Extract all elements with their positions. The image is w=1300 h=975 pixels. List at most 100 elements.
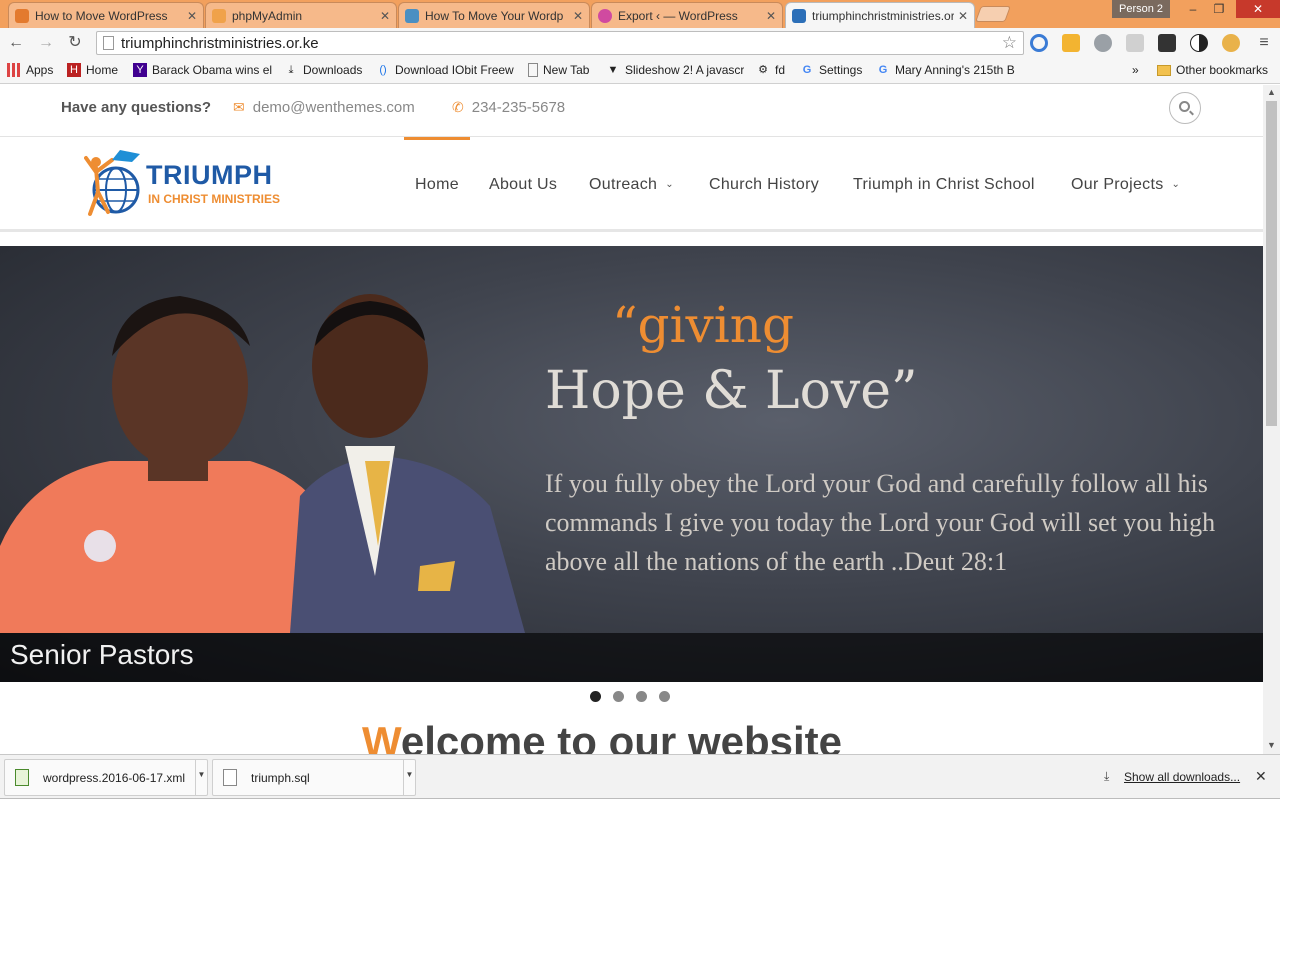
download-icon: ⤓: [288, 64, 294, 76]
bookmark-label: Home: [86, 63, 119, 77]
folder-icon: [1157, 64, 1171, 76]
logo-subtitle: IN CHRIST MINISTRIES: [148, 192, 281, 206]
nav-label: Triumph in Christ School: [853, 175, 1035, 193]
hero-verse: If you fully obey the Lord your God and …: [545, 469, 1216, 576]
bookmark-label: Apps: [26, 63, 54, 77]
extension-cube-icon[interactable]: [1126, 34, 1144, 52]
download-filename: triumph.sql: [251, 770, 310, 785]
tab-title: triumphinchristministries.or: [812, 8, 954, 23]
other-bookmarks[interactable]: Other bookmarks: [1157, 62, 1275, 78]
bookmark-apps[interactable]: Apps: [7, 62, 67, 78]
slider-pagination: [590, 691, 670, 702]
email-text: demo@wenthemes.com: [252, 99, 415, 116]
globe-figure-icon: [84, 150, 140, 216]
bookmark-label: Downloads: [303, 63, 363, 77]
address-bar[interactable]: triumphinchristministries.or.ke ☆: [96, 31, 1024, 55]
scroll-up-icon[interactable]: ▲: [1263, 85, 1280, 99]
hero-slider[interactable]: “giving Hope & Love” If you fully obey t…: [0, 246, 1263, 682]
nav-church-history[interactable]: Church History: [709, 137, 819, 232]
download-filename: wordpress.2016-06-17.xml: [43, 770, 186, 785]
browser-tab[interactable]: Export ‹ — WordPress ✕: [591, 2, 783, 28]
nav-outreach[interactable]: Outreach ⌄: [589, 137, 674, 232]
chevron-down-icon: ⌄: [665, 179, 674, 190]
tab-close-icon[interactable]: ✕: [380, 9, 390, 23]
bookmark-home[interactable]: H Home: [67, 62, 129, 78]
site-search-button[interactable]: [1169, 92, 1201, 124]
bookmark-new-tab[interactable]: New Tab: [528, 62, 598, 78]
tab-close-icon[interactable]: ✕: [766, 9, 776, 23]
iobit-icon: (): [379, 64, 387, 76]
bookmark-iobit[interactable]: () Download IObit Freew: [376, 62, 516, 78]
scroll-down-icon[interactable]: ▼: [1263, 738, 1280, 752]
tab-title: phpMyAdmin: [232, 8, 303, 23]
bookmark-downloads[interactable]: ⤓ Downloads: [284, 62, 368, 78]
extension-shield-icon[interactable]: [1062, 34, 1080, 52]
extension-owl-icon[interactable]: [1222, 34, 1240, 52]
chevron-down-icon[interactable]: ▼: [403, 760, 415, 795]
bookmark-mary-anning[interactable]: G Mary Anning's 215th B: [876, 62, 1016, 78]
nav-our-projects[interactable]: Our Projects ⌄: [1071, 137, 1180, 232]
tab-close-icon[interactable]: ✕: [187, 9, 197, 23]
google-icon: G: [802, 64, 812, 76]
show-all-downloads-link[interactable]: Show all downloads...: [1124, 770, 1240, 784]
bookmark-settings[interactable]: G Settings: [800, 62, 870, 78]
extension-contrast-icon[interactable]: [1190, 34, 1208, 52]
bookmark-label: Settings: [819, 63, 863, 77]
slider-dot[interactable]: [613, 691, 624, 702]
contact-phone[interactable]: ✆ 234-235-5678: [452, 99, 565, 116]
download-item[interactable]: wordpress.2016-06-17.xml ▼: [4, 759, 208, 796]
search-icon-handle: [1189, 110, 1194, 116]
bookmark-slideshow[interactable]: ▼ Slideshow 2! A javascr: [606, 62, 744, 78]
file-icon: [223, 769, 237, 786]
forward-arrow-icon[interactable]: →: [36, 33, 56, 53]
extension-sync-icon[interactable]: [1030, 34, 1048, 52]
browser-tab[interactable]: How to Move WordPress ✕: [8, 2, 204, 28]
nav-home[interactable]: Home: [404, 137, 470, 232]
scroll-thumb[interactable]: [1266, 101, 1277, 426]
hero-caption-bar: Senior Pastors: [0, 633, 1263, 682]
bookmark-star-icon[interactable]: ☆: [1002, 33, 1017, 53]
extension-pocket-icon[interactable]: [1158, 34, 1176, 52]
contact-email[interactable]: ✉ demo@wenthemes.com: [233, 99, 415, 116]
window-close-icon[interactable]: ✕: [1236, 0, 1280, 18]
bookmark-obama[interactable]: Y Barack Obama wins el: [133, 62, 273, 78]
download-item[interactable]: triumph.sql ▼: [212, 759, 416, 796]
slider-dot[interactable]: [659, 691, 670, 702]
tab-close-icon[interactable]: ✕: [573, 9, 583, 23]
nav-label: Our Projects: [1071, 175, 1164, 193]
nav-school[interactable]: Triumph in Christ School: [853, 137, 1035, 232]
tab-title: How To Move Your Wordp: [425, 8, 564, 23]
minimize-icon[interactable]: –: [1180, 0, 1206, 18]
browser-tab-active[interactable]: triumphinchristministries.or ✕: [785, 2, 975, 28]
nav-label: Home: [415, 175, 459, 193]
reload-icon[interactable]: ↻: [65, 33, 85, 53]
menu-icon[interactable]: ≡: [1254, 33, 1274, 53]
hero-caption: Senior Pastors: [10, 639, 194, 670]
page-scrollbar[interactable]: ▲ ▼: [1263, 85, 1280, 754]
phone-text: 234-235-5678: [471, 99, 566, 116]
google-icon: G: [878, 64, 888, 76]
slider-dot[interactable]: [636, 691, 647, 702]
restore-icon[interactable]: ❐: [1206, 0, 1232, 18]
logo-title: TRIUMPH: [146, 160, 273, 190]
browser-tab[interactable]: How To Move Your Wordp ✕: [398, 2, 590, 28]
slider-dot[interactable]: [590, 691, 601, 702]
back-arrow-icon[interactable]: ←: [6, 33, 26, 53]
new-tab-button[interactable]: [975, 6, 1011, 22]
bookmarks-overflow-button[interactable]: »: [1132, 62, 1146, 78]
tab-favicon-icon: [15, 8, 29, 23]
profile-button[interactable]: Person 2: [1112, 0, 1170, 18]
search-icon: [1179, 101, 1190, 112]
bookmark-fd[interactable]: ⚙ fd: [756, 62, 792, 78]
downloads-shelf: wordpress.2016-06-17.xml ▼ triumph.sql ▼…: [0, 754, 1280, 799]
browser-tab[interactable]: phpMyAdmin ✕: [205, 2, 397, 28]
close-icon[interactable]: ✕: [1255, 768, 1267, 785]
extension-globe-icon[interactable]: [1094, 34, 1112, 52]
tab-close-icon[interactable]: ✕: [958, 9, 968, 23]
questions-text: Have any questions?: [61, 99, 212, 116]
nav-about-us[interactable]: About Us: [489, 137, 557, 232]
chevron-down-icon[interactable]: ▼: [195, 760, 207, 795]
address-url: triumphinchristministries.or.ke: [121, 35, 319, 52]
site-logo[interactable]: TRIUMPH IN CHRIST MINISTRIES: [84, 148, 299, 223]
apps-grid-icon: [7, 63, 21, 77]
